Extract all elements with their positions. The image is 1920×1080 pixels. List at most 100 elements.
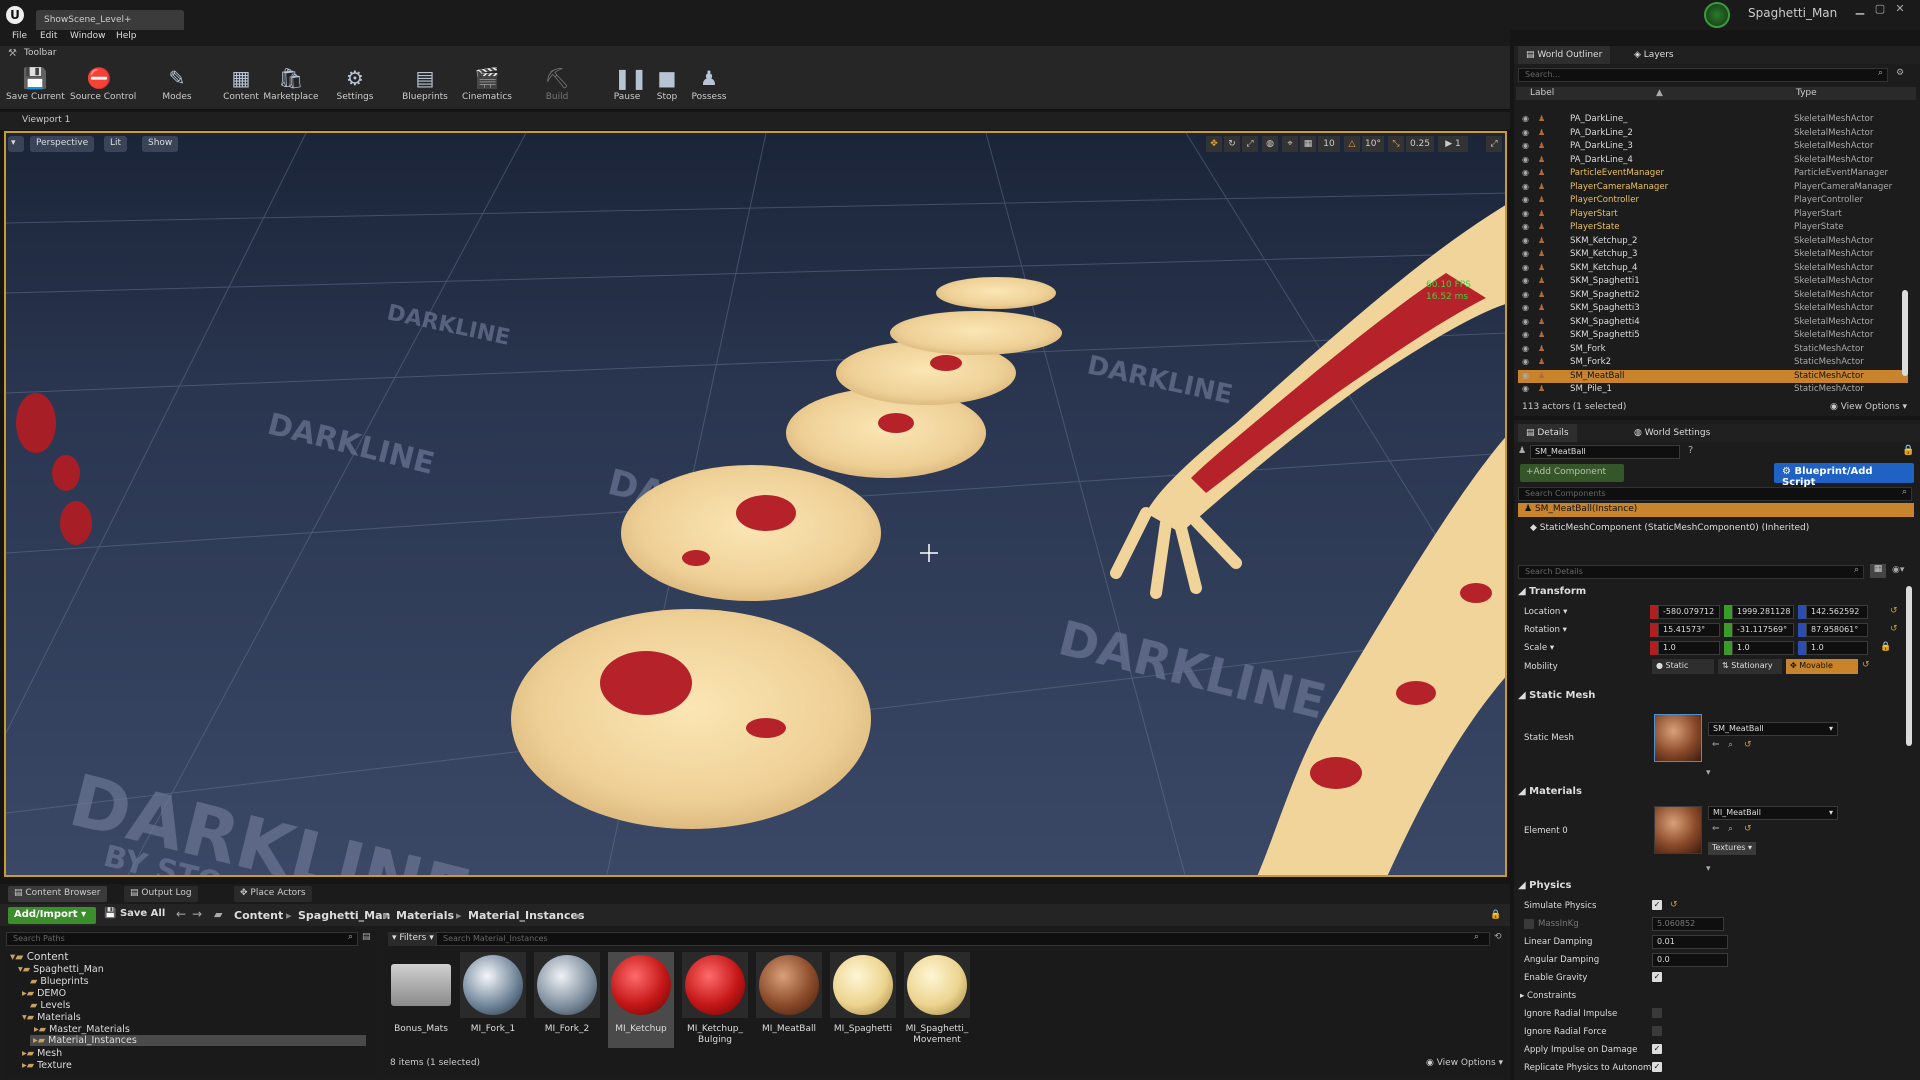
world-icon[interactable]: ◍ — [1262, 136, 1278, 152]
outliner-row[interactable]: ◉ ♟ SM_MeatBall StaticMeshActor — [1518, 369, 1908, 383]
tree-item-demo[interactable]: ▸▰ DEMO — [22, 988, 66, 999]
outliner-row[interactable]: ◉ ♟ SKM_Spaghetti5 SkeletalMeshActor — [1518, 329, 1908, 343]
column-type[interactable]: Type — [1796, 88, 1817, 98]
tab-layers[interactable]: ◈ Layers — [1626, 46, 1682, 64]
asset-mi-spaghetti-movement[interactable]: MI_Spaghetti_ Movement — [904, 952, 970, 1048]
reset-icon[interactable]: ↺ — [1862, 660, 1870, 670]
camera-speed[interactable]: ▶ 1 — [1438, 136, 1468, 152]
search-assets-input[interactable]: Search Material_Instances — [436, 932, 1490, 946]
search-paths-input[interactable]: Search Paths — [6, 932, 358, 946]
back-arrow-icon[interactable]: ← — [176, 907, 186, 921]
static-mesh-component-row[interactable]: ◆ StaticMeshComponent (StaticMeshCompone… — [1530, 523, 1809, 533]
blueprint-add-script-button[interactable]: ⚙ Blueprint/Add Script — [1774, 463, 1914, 488]
rotation-snap-value[interactable]: 10° — [1362, 136, 1384, 152]
path-options-icon[interactable]: ▤ — [362, 932, 371, 942]
search-components-input[interactable]: Search Components — [1518, 487, 1912, 501]
rotation-y-field[interactable]: -31.117569° — [1732, 623, 1794, 637]
eye-icon[interactable]: ◉▾ — [1892, 565, 1904, 575]
menu-help[interactable]: Help — [116, 31, 137, 41]
property-matrix-icon[interactable]: ▦ — [1870, 564, 1886, 578]
apply-impulse-on-damage-checkbox[interactable]: ✓ — [1652, 1044, 1662, 1054]
scale-snap-value[interactable]: 0.25 — [1406, 136, 1434, 152]
browse-icon[interactable]: ⌕ — [1728, 740, 1733, 750]
tree-item-blueprints[interactable]: ▰ Blueprints — [30, 976, 89, 987]
column-label[interactable]: Label — [1530, 88, 1554, 98]
location-y-field[interactable]: 1999.281128 — [1732, 605, 1794, 619]
use-selected-icon[interactable]: ⇐ — [1712, 824, 1720, 834]
asset-mi-ketchup[interactable]: MI_Ketchup — [608, 952, 674, 1048]
actor-name-field[interactable]: SM_MeatBall — [1530, 445, 1680, 459]
tree-item-master-materials[interactable]: ▸▰ Master_Materials — [34, 1024, 130, 1035]
viewport-tab[interactable]: Viewport 1 — [22, 115, 70, 125]
location-x-field[interactable]: -580.079712 — [1658, 605, 1720, 619]
ignore-radial-impulse-checkbox[interactable] — [1652, 1008, 1662, 1018]
constraints-row[interactable]: ▸ Constraints — [1520, 991, 1576, 1001]
outliner-row[interactable]: ◉ ♟ SKM_Spaghetti1 SkeletalMeshActor — [1518, 275, 1908, 289]
visibility-eye-icon[interactable]: ◉ — [1522, 290, 1532, 299]
history-icon[interactable]: ⟲ — [1494, 932, 1502, 942]
component-instance-row[interactable]: ♟ SM_MeatBall(Instance) — [1518, 503, 1914, 517]
outliner-row[interactable]: ◉ ♟ PlayerCameraManager PlayerCameraManager — [1518, 181, 1908, 195]
visibility-eye-icon[interactable]: ◉ — [1522, 357, 1532, 366]
breadcrumb-materials[interactable]: Materials — [396, 909, 454, 922]
rotate-icon[interactable]: ↻ — [1224, 136, 1240, 152]
replicate-physics-checkbox[interactable]: ✓ — [1652, 1062, 1662, 1072]
tab-output-log[interactable]: ▤ Output Log — [124, 886, 198, 902]
lock-icon[interactable]: 🔒 — [1902, 445, 1914, 456]
expand-arrow-icon[interactable]: ▾ — [1706, 864, 1711, 874]
tree-item-material-instances[interactable]: ▸▰ Material_Instances — [30, 1035, 366, 1046]
tree-item-spaghetti-man[interactable]: ▾▰ Spaghetti_Man — [18, 964, 104, 975]
mass-override-checkbox[interactable] — [1524, 919, 1534, 929]
save-all-button[interactable]: 💾 Save All — [104, 908, 165, 919]
show-button[interactable]: Show — [142, 136, 179, 152]
grid-snap-icon[interactable]: ▦ — [1300, 136, 1316, 152]
scale-x-field[interactable]: 1.0 — [1658, 641, 1720, 655]
linear-damping-field[interactable]: 0.01 — [1652, 935, 1728, 949]
reset-icon[interactable]: ↺ — [1744, 740, 1752, 750]
level-tab[interactable]: ShowScene_Level+ — [36, 10, 184, 30]
use-selected-icon[interactable]: ⇐ — [1712, 740, 1720, 750]
physics-section[interactable]: ◢ Physics — [1518, 880, 1918, 895]
mass-field[interactable]: 5.060852 — [1652, 917, 1724, 931]
visibility-eye-icon[interactable]: ◉ — [1522, 384, 1532, 393]
outliner-row[interactable]: ◉ ♟ PA_DarkLine_3 SkeletalMeshActor — [1518, 140, 1908, 154]
visibility-eye-icon[interactable]: ◉ — [1522, 222, 1532, 231]
outliner-row[interactable]: ◉ ♟ PA_DarkLine_2 SkeletalMeshActor — [1518, 127, 1908, 141]
outliner-row[interactable]: ◉ ♟ PlayerState PlayerState — [1518, 221, 1908, 235]
mobility-static-button[interactable]: ● Static — [1652, 659, 1714, 674]
menu-edit[interactable]: Edit — [40, 31, 57, 41]
outliner-row[interactable]: ◉ ♟ PA_DarkLine_4 SkeletalMeshActor — [1518, 154, 1908, 168]
asset-mi-fork-1[interactable]: MI_Fork_1 — [460, 952, 526, 1048]
lit-button[interactable]: Lit — [104, 136, 128, 152]
modes-button[interactable]: ✎ Modes — [148, 62, 206, 108]
visibility-eye-icon[interactable]: ◉ — [1522, 155, 1532, 164]
asset-mi-fork-2[interactable]: MI_Fork_2 — [534, 952, 600, 1048]
blueprints-button[interactable]: ▤ Blueprints — [396, 62, 454, 108]
outliner-row[interactable]: ◉ ♟ SKM_Spaghetti4 SkeletalMeshActor — [1518, 316, 1908, 330]
tree-item-texture[interactable]: ▸▰ Texture — [22, 1060, 72, 1071]
reset-icon[interactable]: ↺ — [1890, 606, 1898, 616]
visibility-eye-icon[interactable]: ◉ — [1522, 263, 1532, 272]
breadcrumb-spaghetti-man[interactable]: Spaghetti_Man — [298, 909, 390, 922]
outliner-row[interactable]: ◉ ♟ SKM_Ketchup_2 SkeletalMeshActor — [1518, 235, 1908, 249]
visibility-eye-icon[interactable]: ◉ — [1522, 114, 1532, 123]
search-details-input[interactable]: Search Details — [1518, 565, 1864, 579]
breadcrumb-content[interactable]: Content — [234, 909, 283, 922]
outliner-row[interactable]: ◉ ♟ SM_Fork StaticMeshActor — [1518, 343, 1908, 357]
simulate-physics-checkbox[interactable]: ✓ — [1652, 900, 1662, 910]
scale-snap-icon[interactable]: ⤡ — [1388, 136, 1404, 152]
details-scrollbar[interactable] — [1906, 586, 1912, 746]
translate-icon[interactable]: ✥ — [1206, 136, 1222, 152]
minimize-icon[interactable]: ▁ — [1852, 2, 1868, 16]
maximize-viewport-icon[interactable]: ⤢ — [1486, 136, 1502, 152]
static-mesh-dropdown[interactable]: SM_MeatBall ▾ — [1708, 722, 1838, 736]
tree-item-content[interactable]: ▾▰ Content — [10, 951, 68, 963]
asset-mi-meatball[interactable]: MI_MeatBall — [756, 952, 822, 1048]
tab-world-settings[interactable]: ◍ World Settings — [1626, 424, 1718, 442]
mobility-stationary-button[interactable]: ⇅ Stationary — [1718, 659, 1782, 674]
visibility-eye-icon[interactable]: ◉ — [1522, 128, 1532, 137]
asset-mi-spaghetti[interactable]: MI_Spaghetti — [830, 952, 896, 1048]
outliner-scrollbar[interactable] — [1902, 290, 1908, 376]
outliner-row[interactable]: ◉ ♟ SKM_Spaghetti3 SkeletalMeshActor — [1518, 302, 1908, 316]
tab-place-actors[interactable]: ✥ Place Actors — [234, 886, 312, 902]
